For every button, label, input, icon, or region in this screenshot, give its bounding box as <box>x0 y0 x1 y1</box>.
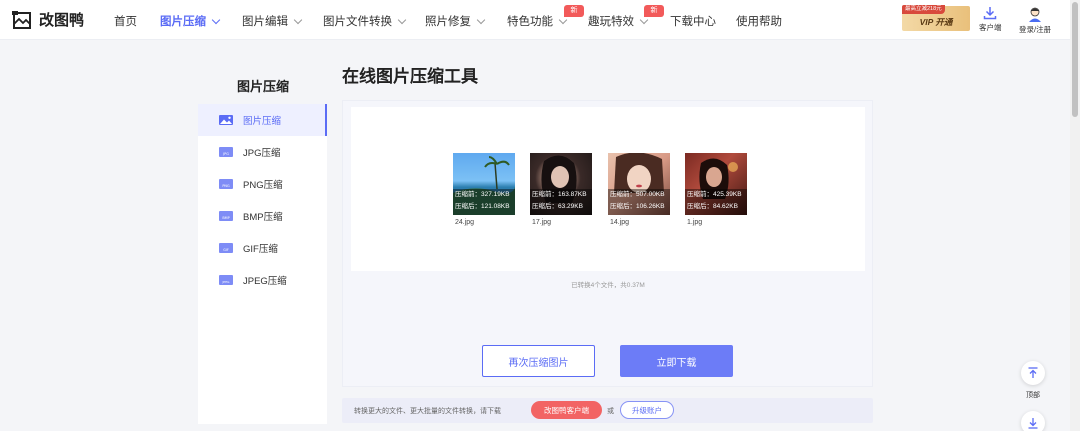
jpg-icon-text: JPG <box>222 152 229 156</box>
scroll-bottom-button[interactable] <box>1021 411 1045 431</box>
chevron-down-icon <box>476 15 486 24</box>
file-name: 14.jpg <box>610 219 630 226</box>
sidebar-item-label: GIF压缩 <box>243 244 278 255</box>
client-download-pill[interactable]: 改图鸭客户端 <box>531 401 602 419</box>
nav-home-label: 首页 <box>114 16 137 28</box>
vip-open-button[interactable]: 最高立减218元 VIP 开通 <box>902 5 970 31</box>
nav-image-compress[interactable]: 图片压缩 <box>160 13 221 29</box>
sidebar: 图片压缩 JPG JPG压缩 PNG PNG压缩 BMP BMP压缩 GIF G… <box>198 104 327 424</box>
nav-image-compress-label: 图片压缩 <box>160 16 206 28</box>
logo[interactable]: 改图鸭 <box>12 9 84 30</box>
sidebar-item-label: 图片压缩 <box>243 116 282 127</box>
page-title: 在线图片压缩工具 <box>342 67 478 86</box>
file-thumbnail[interactable]: 压缩前：163.87KB 压缩后：63.29KB <box>530 153 592 215</box>
sidebar-item-label: BMP压缩 <box>243 212 283 223</box>
nav-download-center-label: 下载中心 <box>670 16 716 28</box>
png-icon-text: PNG <box>222 184 230 188</box>
file-name: 17.jpg <box>532 219 552 226</box>
sidebar-item-png-compress[interactable]: PNG PNG压缩 <box>198 168 327 200</box>
nav-image-edit-label: 图片编辑 <box>242 16 288 28</box>
back-to-top-label: 顶部 <box>1026 392 1040 399</box>
page: 改图鸭 首页 图片压缩 图片编辑 图片文件转换 照片修复 特色功能 新 趣玩特效… <box>0 0 1080 431</box>
jpeg-icon-text: JPEG <box>222 280 231 284</box>
download-icon <box>984 7 997 20</box>
size-after: 压缩后：121.08KB <box>455 203 510 210</box>
tip-or: 或 <box>607 408 614 415</box>
sidebar-item-jpg-compress[interactable]: JPG JPG压缩 <box>198 136 327 168</box>
size-before: 压缩前：327.19KB <box>455 191 510 198</box>
logo-text: 改图鸭 <box>39 12 85 29</box>
file-thumbnail[interactable]: 压缩前：327.19KB 压缩后：121.08KB <box>453 153 515 215</box>
nav-home[interactable]: 首页 <box>114 13 137 29</box>
nav-help[interactable]: 使用帮助 <box>736 13 782 29</box>
tip-text: 转换更大的文件、更大批量的文件转换，请下载 <box>354 408 501 415</box>
avatar-icon <box>1029 7 1042 22</box>
sidebar-item-gif-compress[interactable]: GIF GIF压缩 <box>198 232 327 264</box>
chevron-down-icon <box>211 15 221 24</box>
client-label: 客户端 <box>979 23 1002 32</box>
scrollbar-thumb[interactable] <box>1072 2 1078 117</box>
sidebar-item-label: JPEG压缩 <box>243 276 287 287</box>
client-tip-bar: 转换更大的文件、更大批量的文件转换，请下载 改图鸭客户端 或 升级账户 <box>342 398 873 423</box>
compress-info: 压缩前：507.00KB 压缩后：106.26KB <box>608 189 670 215</box>
logo-icon <box>12 10 31 29</box>
gif-file-icon: GIF <box>219 243 233 253</box>
chevron-down-icon <box>293 15 303 24</box>
nav-fun-effects-label: 趣玩特效 <box>588 16 634 28</box>
recompress-button[interactable]: 再次压缩图片 <box>482 345 595 377</box>
login-register-button[interactable]: 登录/注册 <box>1019 6 1051 35</box>
jpg-file-icon: JPG <box>219 147 233 157</box>
nav-photo-repair-label: 照片修复 <box>425 16 471 28</box>
image-icon <box>219 115 233 125</box>
compress-info: 压缩前：425.39KB 压缩后：84.62KB <box>685 189 747 215</box>
size-after: 压缩后：106.26KB <box>610 203 665 210</box>
sidebar-item-label: PNG压缩 <box>243 180 283 191</box>
upgrade-account-button[interactable]: 升级账户 <box>620 401 674 419</box>
nav-photo-repair[interactable]: 照片修复 <box>425 13 486 29</box>
gif-icon-text: GIF <box>223 248 229 252</box>
nav-image-edit[interactable]: 图片编辑 <box>242 13 303 29</box>
page-scrollbar[interactable] <box>1070 0 1080 431</box>
jpeg-file-icon: JPEG <box>219 275 233 285</box>
compress-info: 压缩前：327.19KB 压缩后：121.08KB <box>453 189 515 215</box>
new-badge: 新 <box>564 5 584 17</box>
file-name: 24.jpg <box>455 219 475 226</box>
size-after: 压缩后：84.62KB <box>687 203 738 210</box>
chevron-down-icon <box>397 15 407 24</box>
client-download-button[interactable]: 客户端 <box>979 6 1002 33</box>
back-to-top-button[interactable] <box>1021 361 1045 385</box>
new-badge: 新 <box>644 5 664 17</box>
conversion-summary: 已转换4个文件，共0.37M <box>571 282 645 289</box>
vip-discount-tag: 最高立减218元 <box>902 5 945 14</box>
login-label: 登录/注册 <box>1019 25 1052 34</box>
sidebar-item-bmp-compress[interactable]: BMP BMP压缩 <box>198 200 327 232</box>
sidebar-item-label: JPG压缩 <box>243 148 281 159</box>
sidebar-title: 图片压缩 <box>236 79 289 94</box>
nav-special-features-label: 特色功能 <box>507 16 553 28</box>
sidebar-item-image-compress[interactable]: 图片压缩 <box>198 104 327 136</box>
size-after: 压缩后：63.29KB <box>532 203 583 210</box>
nav-special-features[interactable]: 特色功能 <box>507 13 568 29</box>
nav-fun-effects[interactable]: 趣玩特效 <box>588 13 649 29</box>
bmp-icon-text: BMP <box>222 216 229 220</box>
size-before: 压缩前：425.39KB <box>687 191 742 198</box>
file-thumbnail[interactable]: 压缩前：425.39KB 压缩后：84.62KB <box>685 153 747 215</box>
bmp-file-icon: BMP <box>219 211 233 221</box>
nav-download-center[interactable]: 下载中心 <box>670 13 716 29</box>
top-navigation-bar: 改图鸭 首页 图片压缩 图片编辑 图片文件转换 照片修复 特色功能 新 趣玩特效… <box>0 0 1070 40</box>
vip-label: VIP 开通 <box>919 17 953 27</box>
download-now-button[interactable]: 立即下载 <box>620 345 733 377</box>
size-before: 压缩前：163.87KB <box>532 191 587 198</box>
png-file-icon: PNG <box>219 179 233 189</box>
nav-file-convert-label: 图片文件转换 <box>323 16 392 28</box>
nav-file-convert[interactable]: 图片文件转换 <box>323 13 407 29</box>
file-thumbnail[interactable]: 压缩前：507.00KB 压缩后：106.26KB <box>608 153 670 215</box>
nav-help-label: 使用帮助 <box>736 16 782 28</box>
compress-info: 压缩前：163.87KB 压缩后：63.29KB <box>530 189 592 215</box>
arrow-up-icon <box>1028 367 1038 378</box>
sidebar-item-jpeg-compress[interactable]: JPEG JPEG压缩 <box>198 264 327 296</box>
size-before: 压缩前：507.00KB <box>610 191 665 198</box>
file-name: 1.jpg <box>687 219 703 226</box>
arrow-down-icon <box>1028 418 1038 429</box>
